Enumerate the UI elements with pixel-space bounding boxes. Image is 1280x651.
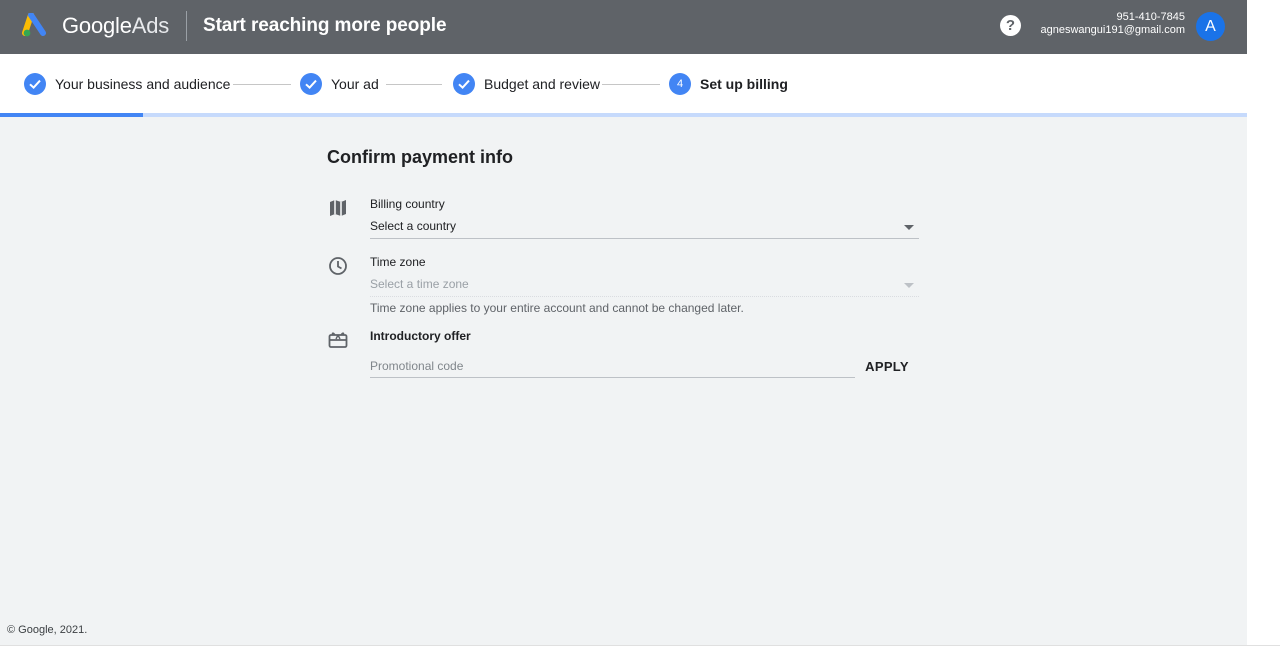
account-email: agneswangui191@gmail.com [1040, 24, 1185, 36]
dropdown-arrow-icon [904, 283, 914, 288]
brand-ads: Ads [131, 13, 170, 38]
step-connector [602, 84, 660, 85]
page-title: Start reaching more people [203, 15, 447, 36]
account-info: 951-410-7845 agneswangui191@gmail.com [1041, 11, 1185, 37]
google-ads-logo-icon [22, 13, 46, 37]
bottom-gutter [0, 645, 1280, 651]
dropdown-arrow-icon [904, 225, 914, 230]
clock-icon [329, 257, 347, 275]
map-icon [330, 200, 346, 216]
check-icon [24, 73, 46, 95]
billing-country-label: Billing country [370, 197, 445, 211]
time-zone-label: Time zone [370, 255, 426, 269]
brand-google: Google [62, 13, 132, 38]
account-phone: 951-410-7845 [1116, 11, 1185, 23]
progress-stepper: Your business and audience Your ad Budge… [0, 54, 1247, 116]
step-label: Budget and review [484, 76, 600, 92]
brand-wordmark: GoogleAds [62, 13, 169, 39]
step-set-up-billing[interactable]: 4 Set up billing [669, 73, 788, 95]
right-gutter [1247, 0, 1280, 651]
time-zone-value: Select a time zone [370, 277, 469, 291]
step-budget-review[interactable]: Budget and review [453, 73, 600, 95]
step-label: Your ad [331, 76, 379, 92]
promotional-code-input[interactable] [370, 355, 855, 378]
step-connector [233, 84, 291, 85]
time-zone-hint: Time zone applies to your entire account… [370, 301, 744, 315]
check-icon [300, 73, 322, 95]
step-your-ad[interactable]: Your ad [300, 73, 379, 95]
billing-country-select[interactable]: Select a country [370, 217, 919, 239]
google-ads-app: GoogleAds Start reaching more people ? 9… [0, 0, 1247, 645]
step-label: Set up billing [700, 76, 788, 92]
step-number-badge: 4 [669, 73, 691, 95]
top-app-bar: GoogleAds Start reaching more people ? 9… [0, 0, 1247, 54]
check-icon [453, 73, 475, 95]
footer-copyright: © Google, 2021. [7, 624, 88, 636]
header-divider [186, 11, 187, 41]
progress-bar [0, 113, 1247, 117]
section-title: Confirm payment info [327, 147, 514, 167]
avatar[interactable]: A [1196, 12, 1225, 41]
help-icon[interactable]: ? [1000, 15, 1021, 36]
time-zone-select[interactable]: Select a time zone [370, 275, 919, 297]
progress-bar-fill [0, 113, 144, 117]
step-business-audience[interactable]: Your business and audience [24, 73, 230, 95]
gift-card-icon [328, 332, 348, 348]
step-label: Your business and audience [55, 76, 231, 92]
introductory-offer-label: Introductory offer [370, 329, 471, 343]
billing-country-value: Select a country [370, 219, 457, 233]
apply-button[interactable]: APPLY [860, 356, 914, 376]
step-connector [386, 84, 442, 85]
